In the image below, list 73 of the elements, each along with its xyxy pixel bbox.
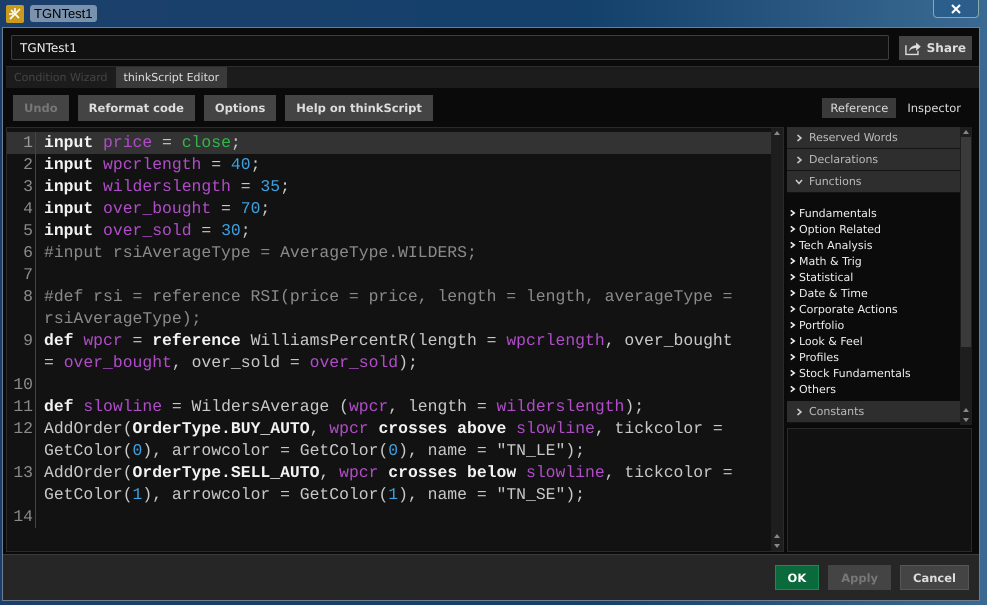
reference-item[interactable]: Look & Feel <box>789 333 960 349</box>
line-number: 4 <box>23 199 33 218</box>
chevron-icon <box>795 134 803 142</box>
code-line: #def rsi = reference RSI(price = price, length = length, averageType = <box>44 287 733 306</box>
chevron-icon <box>795 156 803 164</box>
code-line: def slowline = WildersAverage (wpcr, length = wilderslength); <box>44 397 644 416</box>
line-number: 12 <box>13 419 33 438</box>
code-line: input wpcrlength = 40; <box>44 155 260 174</box>
reference-section[interactable]: Functions <box>787 171 960 193</box>
tab[interactable]: thinkScript Editor <box>116 67 228 88</box>
reference-item[interactable]: Portfolio <box>789 317 960 333</box>
chevron-icon <box>795 408 803 416</box>
reference-section[interactable]: Reserved Words <box>787 127 960 149</box>
reference-section[interactable]: Declarations <box>787 149 960 171</box>
toolbar-button[interactable]: Help on thinkScript <box>285 94 433 120</box>
line-number: 5 <box>23 221 33 240</box>
reference-item[interactable]: Fundamentals <box>789 205 960 221</box>
reference-section[interactable]: Constants <box>787 401 960 423</box>
line-number: 10 <box>13 375 33 394</box>
scroll-up-icon[interactable] <box>774 131 780 135</box>
scroll-up-icon[interactable] <box>963 130 969 134</box>
code-line: GetColor(0), arrowcolor = GetColor(0), name = "TN_LE"); <box>44 441 586 460</box>
panel-tab[interactable]: Inspector <box>899 98 969 118</box>
close-icon <box>951 4 961 14</box>
panel-tab[interactable]: Reference <box>822 98 896 118</box>
scrollbar[interactable] <box>771 128 783 551</box>
dialog-button[interactable]: OK <box>774 565 820 590</box>
window-title: TGNTest1 <box>30 5 97 22</box>
toolbar-button[interactable]: Reformat code <box>78 94 195 120</box>
line-number: 11 <box>13 397 33 416</box>
line-number: 14 <box>13 507 33 526</box>
code-line: GetColor(1), arrowcolor = GetColor(1), name = "TN_SE"); <box>44 485 586 504</box>
code-line: #input rsiAverageType = AverageType.WILDERS; <box>44 243 477 262</box>
reference-item[interactable]: Option Related <box>789 221 960 237</box>
code-line: AddOrder(OrderType.BUY_AUTO, wpcr crosses above slowline, tickcolor = <box>44 419 723 438</box>
toolbar-button[interactable]: Options <box>204 94 276 120</box>
code-line: input price = close; <box>44 133 241 152</box>
scroll-up-icon[interactable] <box>774 534 780 538</box>
scrollbar[interactable] <box>960 127 972 425</box>
close-button[interactable] <box>933 0 979 18</box>
code-line: = over_bought, over_sold = over_sold); <box>44 353 418 372</box>
line-number: 6 <box>23 243 33 262</box>
line-number: 9 <box>23 331 33 350</box>
name-field[interactable]: TGNTest1 <box>11 35 889 60</box>
app-logo-icon <box>6 4 24 22</box>
line-number: 3 <box>23 177 33 196</box>
reference-item[interactable]: Tech Analysis <box>789 237 960 253</box>
line-number: 13 <box>13 463 33 482</box>
reference-item[interactable]: Corporate Actions <box>789 301 960 317</box>
code-line: input wilderslength = 35; <box>44 177 290 196</box>
reference-item[interactable]: Statistical <box>789 269 960 285</box>
line-number: 8 <box>23 287 33 306</box>
reference-item[interactable]: Others <box>789 381 960 397</box>
share-icon <box>905 40 922 56</box>
code-line: input over_sold = 30; <box>44 221 251 240</box>
line-number: 7 <box>23 265 33 284</box>
chevron-icon <box>795 178 803 186</box>
reference-item[interactable]: Math & Trig <box>789 253 960 269</box>
reference-item[interactable]: Profiles <box>789 349 960 365</box>
code-line: def wpcr = reference WilliamsPercentR(length = wpcrlength, over_bought <box>44 331 733 350</box>
line-number: 2 <box>23 155 33 174</box>
dialog-button[interactable]: Cancel <box>900 565 969 590</box>
scroll-down-icon[interactable] <box>774 544 780 548</box>
reference-item[interactable]: Date & Time <box>789 285 960 301</box>
share-button[interactable]: Share <box>899 36 972 60</box>
scroll-up-icon[interactable] <box>963 408 969 412</box>
code-line: rsiAverageType); <box>44 309 202 328</box>
code-line: input over_bought = 70; <box>44 199 270 218</box>
code-line: AddOrder(OrderType.SELL_AUTO, wpcr crosses below slowline, tickcolor = <box>44 463 733 482</box>
code-editor[interactable] <box>6 127 784 552</box>
reference-item[interactable]: Stock Fundamentals <box>789 365 960 381</box>
scroll-down-icon[interactable] <box>963 418 969 422</box>
line-number: 1 <box>23 133 33 152</box>
